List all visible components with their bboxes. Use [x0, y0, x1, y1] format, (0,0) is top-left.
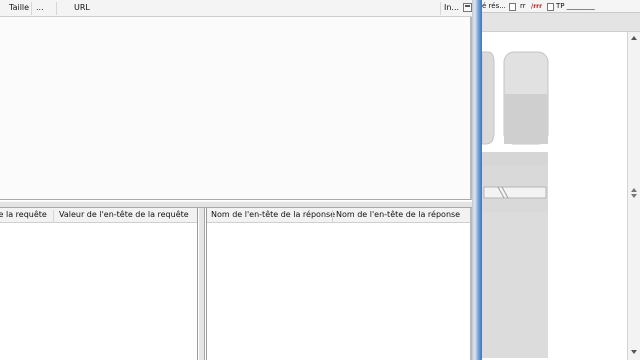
column-separator[interactable]	[332, 210, 333, 223]
column-chooser-icon[interactable]	[463, 3, 472, 12]
column-separator[interactable]	[31, 2, 32, 15]
bookmark-item[interactable]: é rés...	[482, 0, 506, 13]
column-header-ellipsis[interactable]: ...	[36, 0, 44, 16]
page-graphics	[482, 51, 549, 358]
vertical-splitter[interactable]	[199, 208, 205, 360]
vertical-scrollbar[interactable]	[627, 32, 640, 360]
request-headers-header: e de la requête Valeur de l'en-tête de l…	[0, 208, 197, 223]
scroll-down-icon[interactable]	[631, 194, 637, 198]
window-border	[472, 0, 482, 360]
background-browser-window[interactable]: é rés... rr /rrr TP ________	[482, 0, 640, 360]
column-header-response-header-value[interactable]: Nom de l'en-tête de la réponse	[336, 208, 460, 222]
scroll-up-icon[interactable]	[631, 36, 637, 40]
scroll-up-icon[interactable]	[631, 188, 637, 192]
request-headers-pane[interactable]: e de la requête Valeur de l'en-tête de l…	[0, 208, 198, 360]
bookmark-item[interactable]: rr	[520, 0, 526, 13]
request-list-header: Taille ... URL In...	[0, 0, 476, 17]
http-analyzer-window: Taille ... URL In... e de la requête Val…	[0, 0, 476, 360]
bookmark-item[interactable]: /rrr	[531, 0, 542, 13]
column-separator[interactable]	[53, 210, 54, 223]
page-icon	[547, 3, 554, 11]
web-page-content[interactable]	[482, 32, 627, 360]
column-separator[interactable]	[56, 2, 57, 15]
column-header-request-header-name[interactable]: e de la requête	[0, 208, 47, 222]
response-headers-pane[interactable]: Nom de l'en-tête de la réponse Nom de l'…	[206, 208, 472, 360]
column-header-info[interactable]: In...	[444, 0, 459, 16]
bookmark-item[interactable]: TP ________	[556, 0, 595, 13]
request-list-body[interactable]	[0, 17, 472, 200]
column-header-size[interactable]: Taille	[9, 0, 29, 16]
scroll-down-icon[interactable]	[631, 350, 637, 354]
horizontal-splitter[interactable]	[0, 201, 476, 208]
response-headers-header: Nom de l'en-tête de la réponse Nom de l'…	[207, 208, 470, 223]
column-separator[interactable]	[440, 2, 441, 15]
column-header-response-header-name[interactable]: Nom de l'en-tête de la réponse	[211, 208, 335, 222]
column-header-url[interactable]: URL	[74, 0, 90, 16]
browser-strip	[482, 13, 640, 32]
bookmarks-bar: é rés... rr /rrr TP ________	[482, 0, 640, 13]
page-icon	[509, 3, 516, 11]
column-header-request-header-value[interactable]: Valeur de l'en-tête de la requête	[59, 208, 189, 222]
